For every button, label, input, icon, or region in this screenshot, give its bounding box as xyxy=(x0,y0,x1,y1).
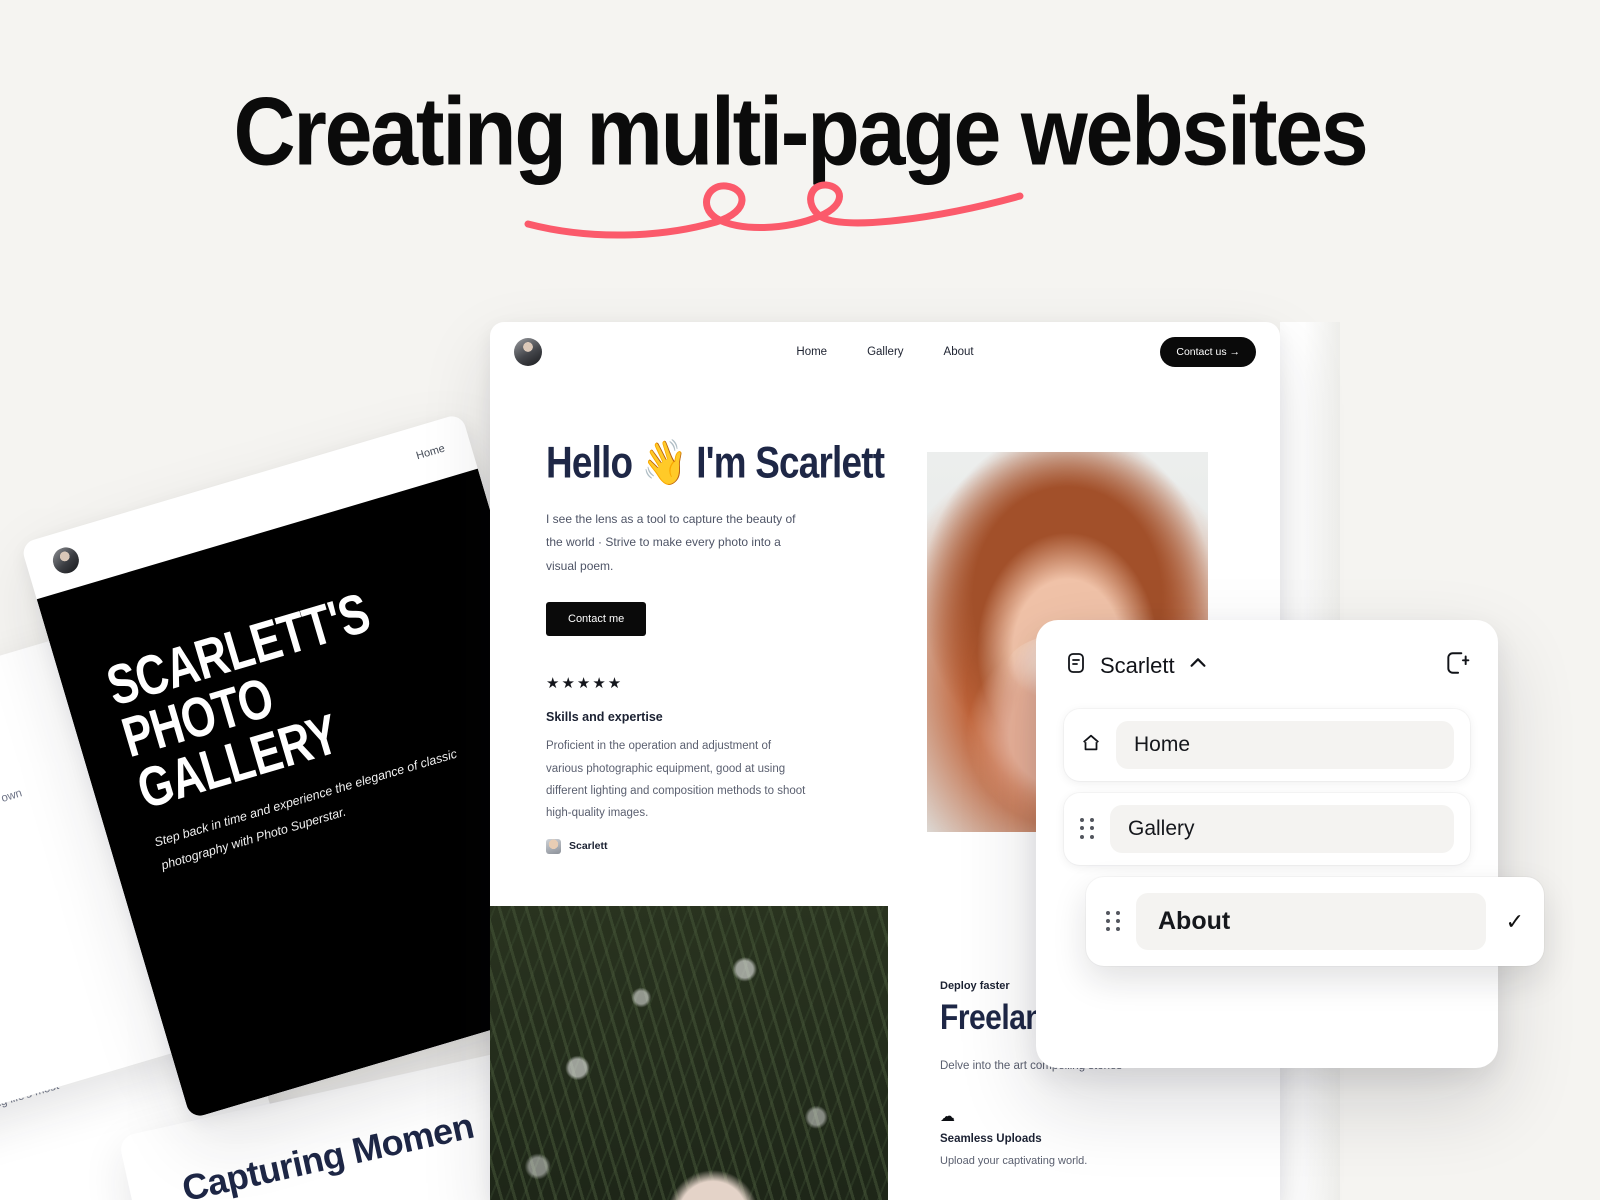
avatar xyxy=(514,338,542,366)
pages-list: Home Gallery About ✓ xyxy=(1064,709,1544,966)
home-icon xyxy=(1080,732,1102,759)
canvas: My Art s ting visuals, each piece tellin… xyxy=(0,0,1600,1200)
nav-item-about[interactable]: About xyxy=(944,346,974,358)
hero-text-column: Hello 👋 I'm Scarlett I see the lens as a… xyxy=(490,382,927,854)
page-row-about[interactable]: About ✓ xyxy=(1086,877,1544,966)
skills-paragraph: Proficient in the operation and adjustme… xyxy=(546,740,806,820)
check-icon: ✓ xyxy=(1505,908,1524,934)
page-label: Home xyxy=(1116,721,1454,769)
pages-panel: Scarlett Home Gallery About ✓ xyxy=(1036,620,1544,1068)
underline-squiggle xyxy=(524,181,1024,239)
contact-me-button[interactable]: Contact me xyxy=(546,602,647,637)
hero-heading: Hello 👋 I'm Scarlett xyxy=(546,439,885,488)
contact-us-button[interactable]: Contact us → xyxy=(1160,337,1256,367)
author-name: Scarlett xyxy=(569,840,608,853)
drag-handle-icon[interactable] xyxy=(1106,910,1122,933)
feature-text: Upload your captivating world. xyxy=(940,1155,1088,1168)
author-byline: Scarlett xyxy=(546,838,927,854)
avatar xyxy=(546,838,561,854)
page-label: Gallery xyxy=(1110,805,1454,853)
page-label: About xyxy=(1136,893,1486,950)
page-title: Creating multi-page websites xyxy=(233,78,1368,186)
pages-panel-header: Scarlett xyxy=(1064,650,1470,681)
chevron-up-icon[interactable] xyxy=(1187,652,1209,679)
nav-item-gallery[interactable]: Gallery xyxy=(867,346,903,358)
drag-handle-icon[interactable] xyxy=(1080,818,1096,840)
cloud-upload-icon: ☁ xyxy=(940,1108,955,1126)
nav-item-home[interactable]: Home xyxy=(796,346,827,358)
skills-heading: Skills and expertise xyxy=(546,710,663,725)
gallery-card-nav: Home xyxy=(415,442,447,462)
add-page-icon[interactable] xyxy=(1444,650,1470,681)
page-row-home[interactable]: Home xyxy=(1064,709,1470,781)
nav-item-home[interactable]: Home xyxy=(415,442,447,462)
avatar xyxy=(49,544,83,577)
hero-paragraph: I see the lens as a tool to capture the … xyxy=(546,512,796,573)
site-header: Home Gallery About Contact us → xyxy=(490,322,1280,382)
feature-seamless-uploads: ☁ Seamless Uploads Upload your captivati… xyxy=(940,1109,1218,1171)
project-name: Scarlett xyxy=(1100,652,1175,678)
rating-stars: ★★★★★ xyxy=(546,675,624,693)
page-row-gallery[interactable]: Gallery xyxy=(1064,793,1470,865)
document-icon xyxy=(1064,651,1088,680)
page-title-block: Creating multi-page websites xyxy=(0,84,1600,180)
feature-title: Seamless Uploads xyxy=(940,1133,1042,1146)
nature-photo xyxy=(490,905,888,1200)
